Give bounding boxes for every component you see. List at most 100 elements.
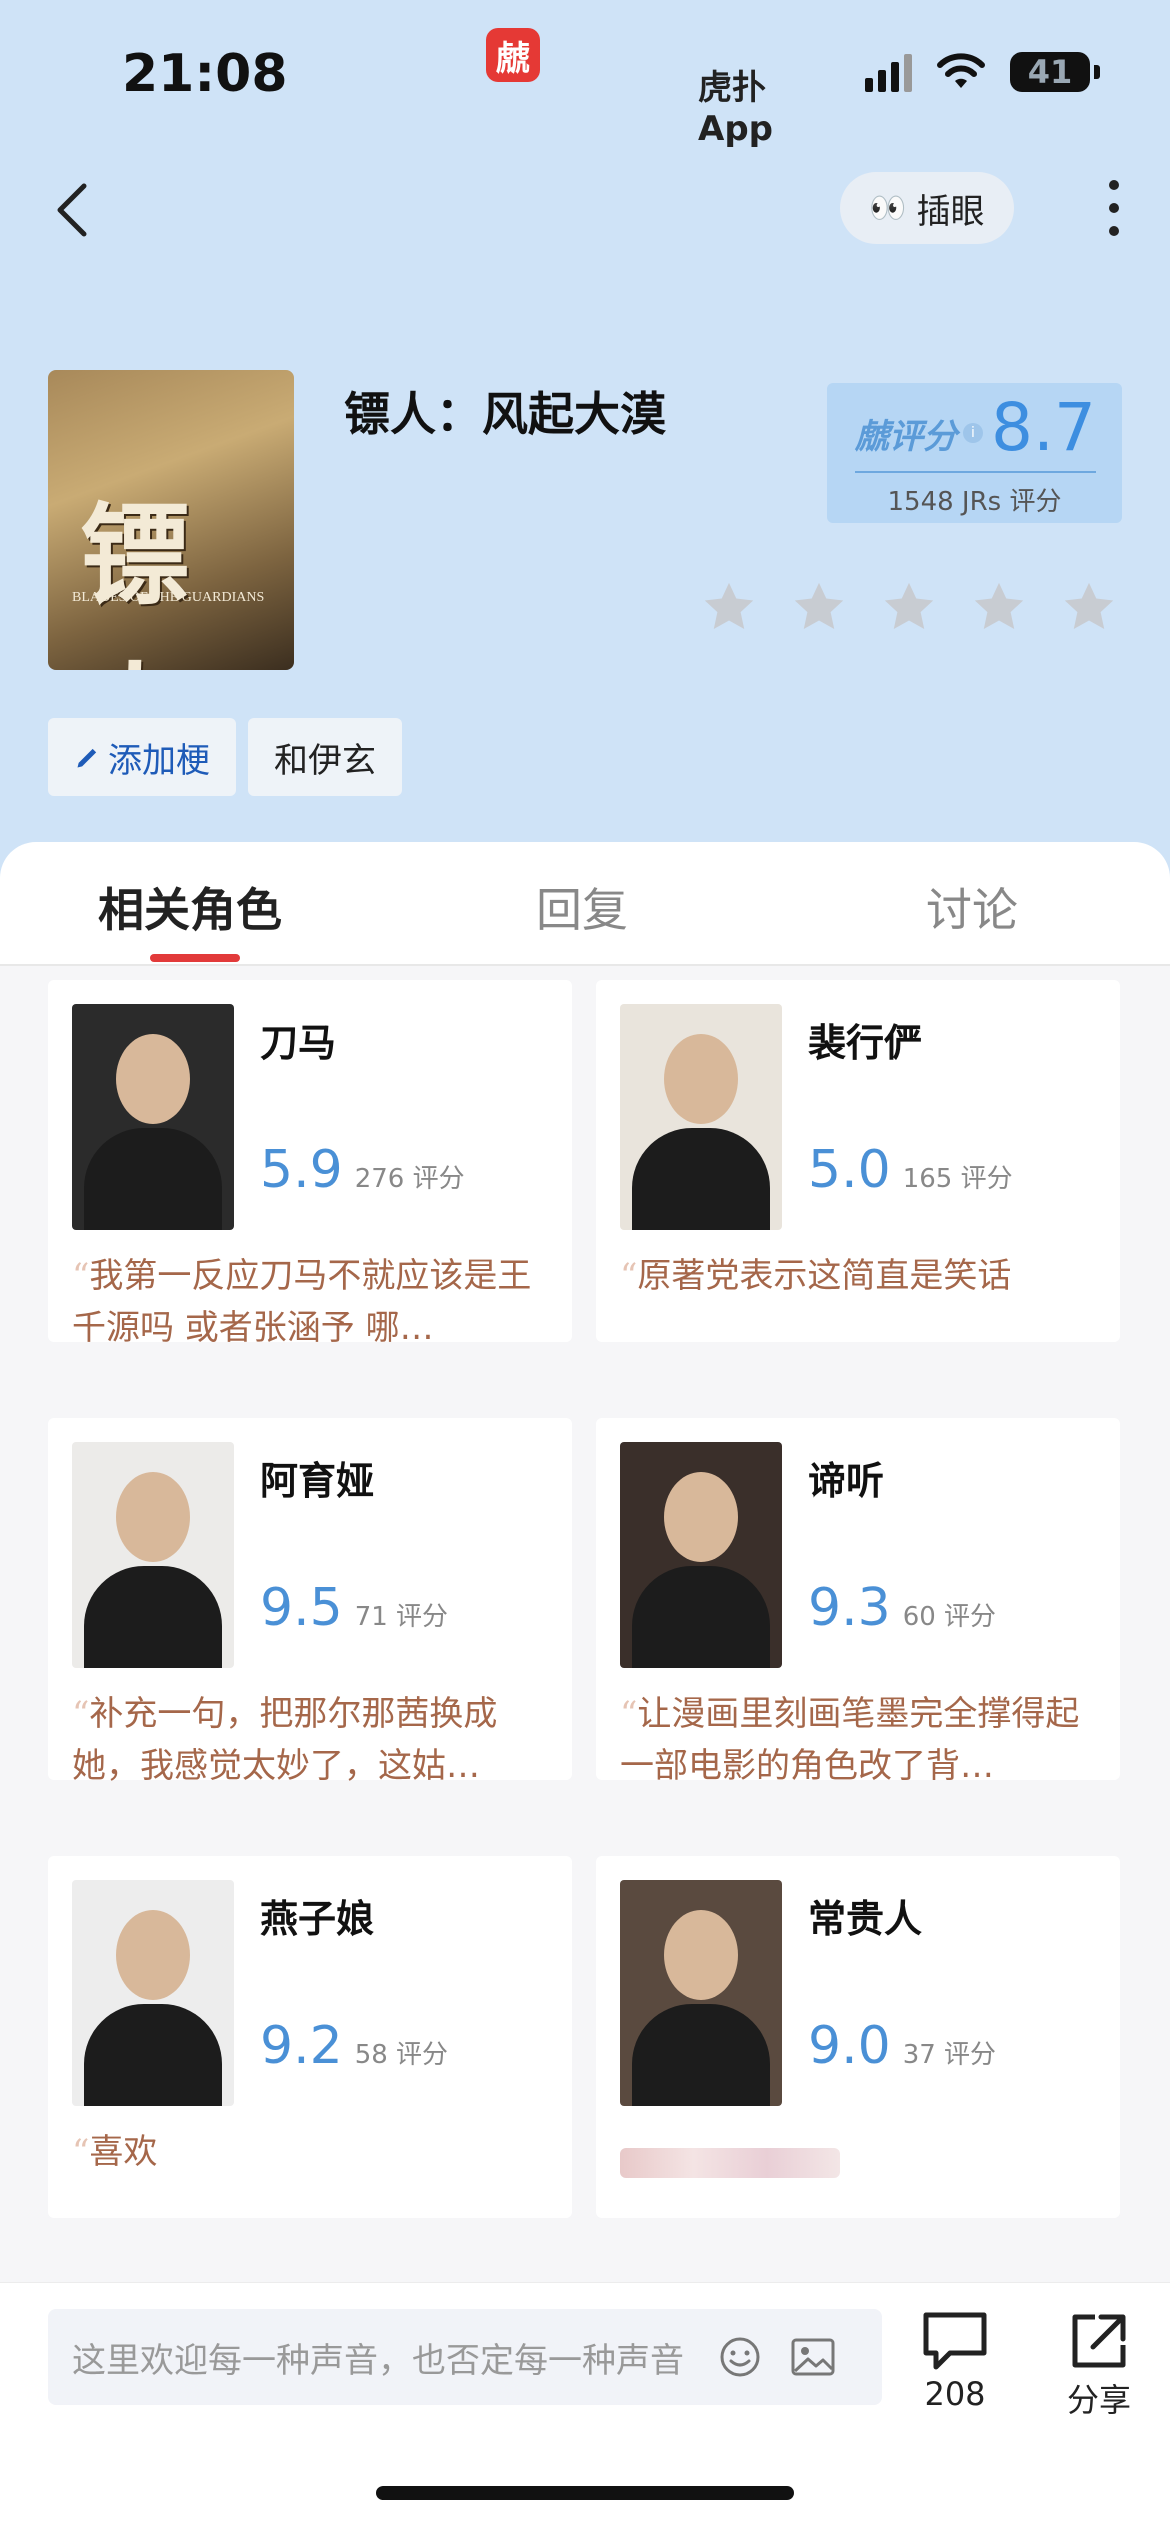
- character-quote: “喜欢: [72, 2126, 542, 2178]
- share-label: 分享: [1066, 2381, 1131, 2419]
- comments-button[interactable]: 208: [916, 2309, 994, 2413]
- quote-text: 喜欢: [89, 2132, 158, 2172]
- quote-mark-icon: “: [620, 1694, 638, 1734]
- tab-indicator: [150, 954, 240, 962]
- character-score: 9.0: [808, 2016, 891, 2076]
- star-icon[interactable]: [700, 578, 758, 636]
- poster-subtitle: BLADES OF THE GUARDIANS: [72, 590, 265, 605]
- quote-text: 我第一反应刀马不就应该是王千源吗 或者张涵予 哪…: [72, 1256, 532, 1348]
- share-icon: [1072, 2314, 1126, 2368]
- add-meme-button[interactable]: 添加梗: [48, 718, 236, 796]
- page-title: 镖人：风起大漠: [344, 387, 666, 441]
- tab-replies[interactable]: 回复: [536, 874, 628, 940]
- character-rating-count: 58 评分: [354, 2040, 449, 2070]
- comment-placeholder: 这里欢迎每一种声音，也否定每一种声音: [72, 2340, 684, 2381]
- character-quote: “原著党表示这简直是笑话: [620, 1250, 1090, 1302]
- peek-label: 插眼: [916, 191, 985, 232]
- wifi-icon: [937, 53, 985, 88]
- character-photo: [72, 1442, 234, 1668]
- quote-mark-icon: “: [620, 1256, 638, 1296]
- character-rating-count: 165 评分: [902, 1164, 1013, 1194]
- score-count: 1548 JRs 评分: [887, 487, 1062, 517]
- eyes-icon: 👀: [869, 190, 906, 226]
- battery-icon: 41: [1010, 52, 1090, 92]
- character-card[interactable]: 燕子娘 9.2 58 评分 “喜欢: [48, 1856, 572, 2218]
- poster-title-art: 镖人: [80, 491, 190, 670]
- tab-bar: 相关角色 回复 讨论: [0, 842, 1170, 966]
- character-name: 刀马: [260, 1021, 337, 1065]
- meme-tag[interactable]: 和伊玄: [248, 718, 402, 796]
- more-options-icon[interactable]: [1094, 180, 1134, 236]
- character-name: 阿育娅: [260, 1459, 375, 1503]
- character-name: 燕子娘: [260, 1897, 375, 1941]
- character-score: 5.0: [808, 1140, 891, 1200]
- home-indicator[interactable]: [376, 2486, 794, 2500]
- quote-mark-icon: “: [72, 1256, 90, 1296]
- content-sheet: 相关角色 回复 讨论 刀马 5.9 276 评分 “我第一反应刀马不就应该是王千…: [0, 842, 1170, 2282]
- character-rating: 9.3 60 评分: [808, 1578, 996, 1638]
- character-rating-count: 37 评分: [902, 2040, 997, 2070]
- score-brand: 虤评分: [855, 417, 957, 457]
- score-divider: [855, 471, 1096, 473]
- poster-image[interactable]: 镖人 BLADES OF THE GUARDIANS: [48, 370, 294, 670]
- app-badge: 虤 虎扑App: [486, 28, 773, 149]
- image-icon[interactable]: [790, 2335, 836, 2379]
- character-photo: [620, 1880, 782, 2106]
- pencil-icon: [77, 748, 97, 768]
- add-meme-label: 添加梗: [108, 740, 210, 781]
- character-name: 裴行俨: [808, 1021, 923, 1065]
- status-time: 21:08: [122, 44, 288, 104]
- app-name: 虎扑App: [698, 68, 773, 149]
- quote-mark-icon: “: [72, 2132, 90, 2172]
- character-score: 9.3: [808, 1578, 891, 1638]
- status-icons: 41: [865, 52, 1100, 92]
- character-quote: “补充一句，把那尔那茜换成她，我感觉太妙了，这姑…: [72, 1688, 542, 1792]
- comment-input[interactable]: 这里欢迎每一种声音，也否定每一种声音: [48, 2309, 882, 2405]
- overall-score: 8.7: [991, 389, 1096, 466]
- character-name: 常贵人: [808, 1897, 923, 1941]
- comment-icon: [923, 2312, 987, 2370]
- cellular-signal-icon: [865, 52, 912, 92]
- back-icon[interactable]: [48, 180, 98, 240]
- battery-tip: [1094, 65, 1100, 79]
- character-score: 9.5: [260, 1578, 343, 1638]
- quote-mark-icon: “: [72, 1694, 90, 1734]
- character-name: 谛听: [808, 1459, 885, 1503]
- character-grid: 刀马 5.9 276 评分 “我第一反应刀马不就应该是王千源吗 或者张涵予 哪……: [0, 966, 1170, 2282]
- tab-discussion[interactable]: 讨论: [926, 874, 1018, 940]
- tab-characters[interactable]: 相关角色: [98, 874, 282, 940]
- star-icon[interactable]: [880, 578, 938, 636]
- quote-text: 原著党表示这简直是笑话: [637, 1256, 1012, 1296]
- blurred-quote: [620, 2148, 840, 2178]
- character-rating: 9.2 58 评分: [260, 2016, 448, 2076]
- score-panel[interactable]: 虤评分 i 8.7 1548 JRs 评分: [827, 383, 1122, 523]
- share-button[interactable]: 分享: [1060, 2309, 1138, 2421]
- star-icon[interactable]: [1060, 578, 1118, 636]
- quote-text: 让漫画里刻画笔墨完全撑得起一部电影的角色改了背…: [620, 1694, 1080, 1786]
- rating-stars[interactable]: [700, 578, 1118, 636]
- character-card[interactable]: 阿育娅 9.5 71 评分 “补充一句，把那尔那茜换成她，我感觉太妙了，这姑…: [48, 1418, 572, 1786]
- character-rating: 9.5 71 评分: [260, 1578, 448, 1638]
- character-card[interactable]: 裴行俨 5.0 165 评分 “原著党表示这简直是笑话: [596, 980, 1120, 1342]
- peek-button[interactable]: 👀 插眼: [840, 172, 1014, 244]
- comment-count: 208: [924, 2375, 986, 2413]
- character-rating: 5.9 276 评分: [260, 1140, 465, 1200]
- character-photo: [620, 1004, 782, 1230]
- quote-text: 补充一句，把那尔那茜换成她，我感觉太妙了，这姑…: [72, 1694, 498, 1786]
- character-rating-count: 71 评分: [354, 1602, 449, 1632]
- app-logo: 虤: [486, 28, 540, 82]
- character-rating: 5.0 165 评分: [808, 1140, 1013, 1200]
- emoji-icon[interactable]: [718, 2335, 762, 2379]
- character-card[interactable]: 谛听 9.3 60 评分 “让漫画里刻画笔墨完全撑得起一部电影的角色改了背…: [596, 1418, 1120, 1786]
- character-card[interactable]: 常贵人 9.0 37 评分: [596, 1856, 1120, 2218]
- character-quote: “我第一反应刀马不就应该是王千源吗 或者张涵予 哪…: [72, 1250, 542, 1354]
- character-card[interactable]: 刀马 5.9 276 评分 “我第一反应刀马不就应该是王千源吗 或者张涵予 哪…: [48, 980, 572, 1348]
- character-photo: [72, 1004, 234, 1230]
- character-score: 9.2: [260, 2016, 343, 2076]
- character-photo: [72, 1880, 234, 2106]
- character-quote: “让漫画里刻画笔墨完全撑得起一部电影的角色改了背…: [620, 1688, 1090, 1792]
- battery-level: 41: [1027, 53, 1073, 91]
- info-icon[interactable]: i: [963, 423, 983, 443]
- star-icon[interactable]: [790, 578, 848, 636]
- star-icon[interactable]: [970, 578, 1028, 636]
